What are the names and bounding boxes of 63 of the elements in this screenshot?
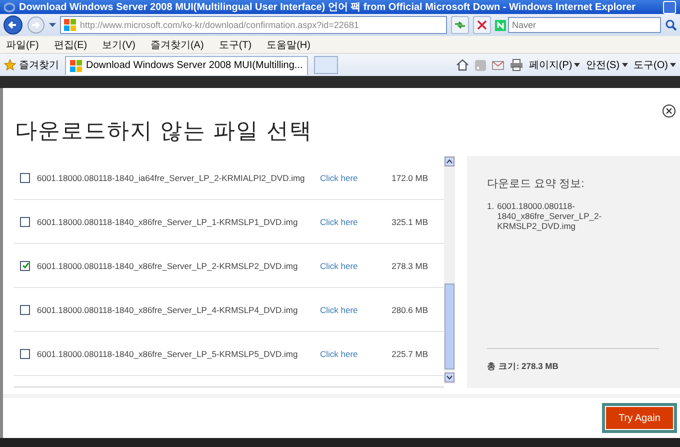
file-name: 6001.18000.080118-1840_x86fre_Server_LP_5-KRMSLP5_DVD.img: [37, 348, 299, 358]
click-here-link[interactable]: Click here: [320, 172, 382, 182]
file-name: 6001.18000.080118-1840_x86fre_Server_LP_1-KRMSLP1_DVD.img: [37, 216, 299, 226]
click-here-link[interactable]: Click here: [320, 348, 382, 358]
tab-title: Download Windows Server 2008 MUI(Multilling...: [86, 60, 303, 71]
search-field[interactable]: Naver: [508, 17, 661, 33]
file-size: 280.6 MB: [390, 304, 428, 314]
scrollbar[interactable]: [444, 156, 455, 384]
file-size: 172.0 MB: [390, 172, 428, 182]
command-menu[interactable]: 도구(O): [634, 58, 668, 72]
dropdown-arrow-icon[interactable]: [49, 23, 56, 27]
checkbox[interactable]: [20, 172, 30, 182]
menu-item[interactable]: 편집(E): [54, 38, 88, 52]
file-size: 325.1 MB: [390, 216, 428, 226]
summary-file-name: 6001.18000.080118-1840_x86fre_Server_LP_2-KRMSLP2_DVD.img: [497, 201, 602, 231]
refresh-button[interactable]: [451, 16, 469, 34]
favorites-label[interactable]: 즐겨찾기: [19, 58, 59, 72]
command-menu[interactable]: 페이지(P): [528, 58, 572, 72]
maximize-button[interactable]: [663, 0, 676, 14]
click-here-link[interactable]: Click here: [320, 304, 382, 314]
caret-icon[interactable]: [574, 63, 580, 67]
file-size: 278.3 MB: [390, 260, 428, 270]
menu-item[interactable]: 즐겨찾기(A): [150, 38, 204, 52]
home-icon[interactable]: [456, 59, 469, 71]
window-title: Download Windows Server 2008 MUI(Multilingual User Interface) 언어 팩 from Official Microsoft Down - Windows Internet Explorer: [19, 1, 637, 14]
refresh-icon: [454, 20, 466, 30]
total-size: 총 크기: 278.3 MB: [487, 348, 659, 388]
checkbox[interactable]: [20, 260, 30, 270]
menu-item[interactable]: 도움말(H): [266, 38, 310, 52]
star-icon[interactable]: [4, 59, 16, 71]
back-button[interactable]: [3, 15, 23, 35]
search-engine-logo-icon: [495, 20, 506, 30]
checkbox[interactable]: [20, 348, 30, 358]
stop-button[interactable]: [473, 16, 491, 34]
printer-icon[interactable]: [510, 59, 523, 71]
list-number: 1.: [487, 201, 494, 213]
close-icon: [477, 20, 487, 30]
file-name: 6001.18000.080118-1840_x86fre_Server_LP_2-KRMSLP2_DVD.img: [37, 260, 299, 270]
try-again-button[interactable]: Try Again: [602, 403, 677, 433]
checkbox[interactable]: [20, 216, 30, 226]
dialog-title: 다운로드하지 않는 파일 선택: [15, 117, 314, 145]
caret-icon[interactable]: [670, 63, 676, 67]
mail-icon[interactable]: [492, 60, 504, 70]
file-name: 6001.18000.080118-1840_x86fre_Server_LP_4-KRMSLP4_DVD.img: [37, 304, 299, 314]
close-icon[interactable]: [662, 104, 676, 118]
click-here-link[interactable]: Click here: [320, 260, 382, 270]
command-menu[interactable]: 안전(S): [586, 58, 620, 72]
browser-tab[interactable]: Download Windows Server 2008 MUI(Multilling...: [65, 56, 308, 74]
site-logo-icon: [70, 60, 82, 72]
search-icon[interactable]: [665, 19, 677, 31]
menu-item[interactable]: 보기(V): [102, 38, 136, 52]
menu-item[interactable]: 도구(T): [218, 38, 252, 52]
checkbox[interactable]: [20, 304, 30, 314]
summary-heading: 다운로드 요약 정보:: [487, 177, 586, 191]
site-logo-icon: [64, 19, 76, 31]
url-text: http://www.microsoft.com/ko-kr/download/confirmation.aspx?id=22681: [80, 20, 359, 30]
click-here-link[interactable]: Click here: [320, 216, 382, 226]
browser-logo-icon: [4, 2, 15, 12]
file-name: 6001.18000.080118-1840_ia64fre_Server_LP_2-KRMIALPI2_DVD.img: [37, 172, 306, 182]
menu-item[interactable]: 파일(F): [6, 38, 39, 52]
address-field[interactable]: http://www.microsoft.com/ko-kr/download/confirmation.aspx?id=22681: [60, 16, 447, 34]
caret-icon[interactable]: [622, 63, 628, 67]
file-size: 225.7 MB: [390, 348, 428, 358]
